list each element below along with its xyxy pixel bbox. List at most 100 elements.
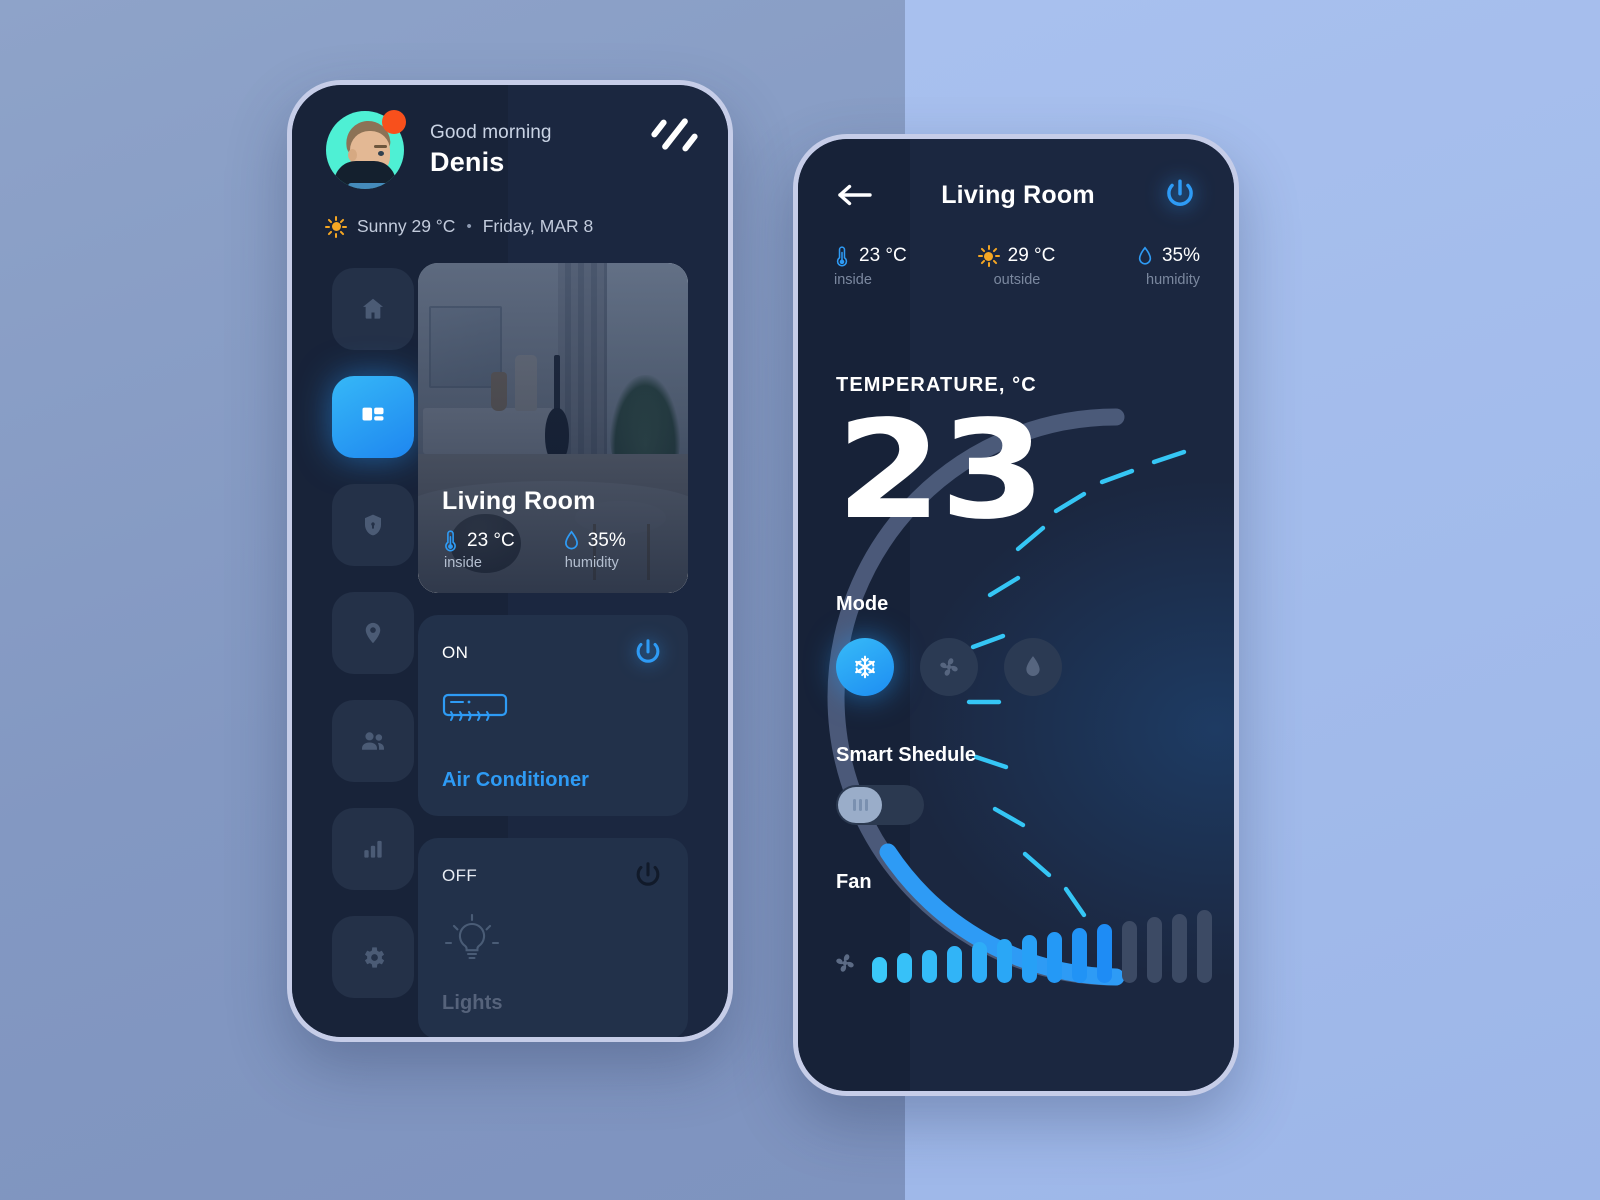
mode-button-fan[interactable] <box>920 638 978 696</box>
phone-room-detail: Living Room 23 °C inside 29 °C outside 3… <box>793 134 1239 1096</box>
sidebar-item-dashboard[interactable] <box>332 376 414 458</box>
fan-bar[interactable] <box>1097 924 1112 983</box>
location-pin-icon <box>365 622 381 644</box>
room-card-name: Living Room <box>442 487 596 515</box>
sun-icon <box>977 245 1000 267</box>
air-conditioner-icon <box>442 691 664 751</box>
dashboard-icon <box>362 407 384 421</box>
fan-bar[interactable] <box>1022 935 1037 983</box>
mode-options-row <box>798 638 1234 696</box>
sidebar-item-location[interactable] <box>332 592 414 674</box>
smart-schedule-block: Smart Shedule <box>798 744 1234 825</box>
power-icon[interactable] <box>632 637 664 669</box>
room-stat-humidity: 35% humidity <box>563 530 626 571</box>
avatar-ear <box>348 149 357 161</box>
notification-badge-icon[interactable] <box>382 110 406 134</box>
mode-button-humidity[interactable] <box>1004 638 1062 696</box>
weather-separator: • <box>466 218 472 235</box>
fan-bar[interactable] <box>947 946 962 983</box>
sidebar-item-home[interactable] <box>332 268 414 350</box>
phone-home-dashboard: Good morning Denis Sunny 29 °C • Friday,… <box>287 80 733 1042</box>
bar-chart-icon <box>364 840 382 858</box>
diagonal-slashes-icon[interactable] <box>650 115 699 157</box>
power-icon[interactable] <box>1162 177 1198 213</box>
avatar-collar-stripe <box>348 183 396 189</box>
fan-bar[interactable] <box>972 942 987 983</box>
device-card-lights[interactable]: OFF Lights <box>418 838 688 1037</box>
smart-schedule-toggle[interactable] <box>836 785 924 825</box>
sidebar-nav <box>292 263 414 1037</box>
home-cards-column: Living Room 23 °C inside 35% humidity ON… <box>406 263 728 1037</box>
avatar-brow <box>374 145 387 148</box>
fan-bars[interactable] <box>872 910 1212 983</box>
device-name-lights: Lights <box>442 992 503 1014</box>
room-stat-humidity-value: 35% <box>587 530 626 551</box>
env-stat-humidity-value: 35% <box>1161 245 1200 266</box>
env-stat-outside-value: 29 °C <box>1007 245 1056 266</box>
room-stat-inside-label: inside <box>444 555 482 571</box>
device-card-air-conditioner[interactable]: ON Air Conditioner <box>418 615 688 816</box>
fan-title: Fan <box>836 871 872 893</box>
device-state-air-conditioner: ON <box>442 643 469 662</box>
temperature-value: 23 <box>836 392 1046 550</box>
page-title: Living Room <box>941 180 1095 209</box>
sidebar-item-security[interactable] <box>332 484 414 566</box>
smart-schedule-title: Smart Shedule <box>836 744 977 766</box>
snowflake-icon <box>855 655 875 679</box>
droplet-icon <box>1026 656 1040 676</box>
fan-bar[interactable] <box>897 953 912 983</box>
sidebar-item-members[interactable] <box>332 700 414 782</box>
fan-icon <box>940 658 958 676</box>
environment-stats-row: 23 °C inside 29 °C outside 35% humidity <box>798 245 1234 288</box>
user-name: Denis <box>430 147 505 177</box>
mode-button-cool[interactable] <box>836 638 894 696</box>
room-card-living-room[interactable]: Living Room 23 °C inside 35% humidity <box>418 263 688 593</box>
sun-icon <box>325 215 347 238</box>
avatar-wrapper[interactable] <box>326 110 406 189</box>
fan-bar[interactable] <box>922 949 937 983</box>
room-card-stats: 23 °C inside 35% humidity <box>442 530 670 571</box>
droplet-icon <box>1138 245 1152 264</box>
fan-speed-slider[interactable] <box>798 910 1234 983</box>
fan-bar[interactable] <box>1072 928 1087 983</box>
env-stat-inside-label: inside <box>834 272 872 288</box>
device-state-lights: OFF <box>442 866 478 885</box>
env-stat-humidity-label: humidity <box>1146 272 1200 288</box>
fan-bar[interactable] <box>1172 913 1187 983</box>
fan-bar[interactable] <box>997 938 1012 983</box>
profile-row: Good morning Denis <box>326 110 698 189</box>
room-card-overlay: Living Room 23 °C inside 35% humidity <box>442 487 670 571</box>
home-icon <box>362 298 384 319</box>
home-body: Living Room 23 °C inside 35% humidity ON… <box>292 263 728 1037</box>
avatar-eye <box>378 151 384 156</box>
fan-bar[interactable] <box>1047 931 1062 983</box>
people-icon <box>362 732 384 750</box>
room-stat-humidity-label: humidity <box>564 555 619 571</box>
weather-row: Sunny 29 °C • Friday, MAR 8 <box>325 215 698 238</box>
screenshot-stage: Good morning Denis Sunny 29 °C • Friday,… <box>0 0 1600 1200</box>
arrow-left-icon[interactable] <box>836 181 874 209</box>
droplet-icon <box>564 530 578 550</box>
shield-icon <box>364 514 382 536</box>
toggle-knob[interactable] <box>838 787 882 823</box>
fan-bar[interactable] <box>872 956 887 983</box>
fan-bar[interactable] <box>1147 917 1162 983</box>
env-stat-outside-label: outside <box>993 272 1041 288</box>
temperature-block: TEMPERATURE, °C 23 <box>798 374 1234 539</box>
power-icon[interactable] <box>632 860 664 892</box>
fan-bar[interactable] <box>1197 910 1212 983</box>
room-stat-inside-value: 23 °C <box>467 530 515 551</box>
gear-icon <box>364 946 384 968</box>
home-screen: Good morning Denis Sunny 29 °C • Friday,… <box>292 85 728 1037</box>
sidebar-item-settings[interactable] <box>332 916 414 998</box>
device-name-air-conditioner: Air Conditioner <box>442 769 590 791</box>
fan-bar[interactable] <box>1122 920 1137 983</box>
room-detail-header: Living Room <box>798 139 1234 213</box>
sidebar-item-stats[interactable] <box>332 808 414 890</box>
avatar-collar <box>334 161 396 189</box>
weather-condition: Sunny 29 °C <box>357 216 456 236</box>
thermometer-icon <box>836 245 848 266</box>
room-detail-screen: Living Room 23 °C inside 29 °C outside 3… <box>798 139 1234 1091</box>
room-stat-inside: 23 °C inside <box>442 530 515 571</box>
fan-block: Fan <box>798 871 1234 983</box>
